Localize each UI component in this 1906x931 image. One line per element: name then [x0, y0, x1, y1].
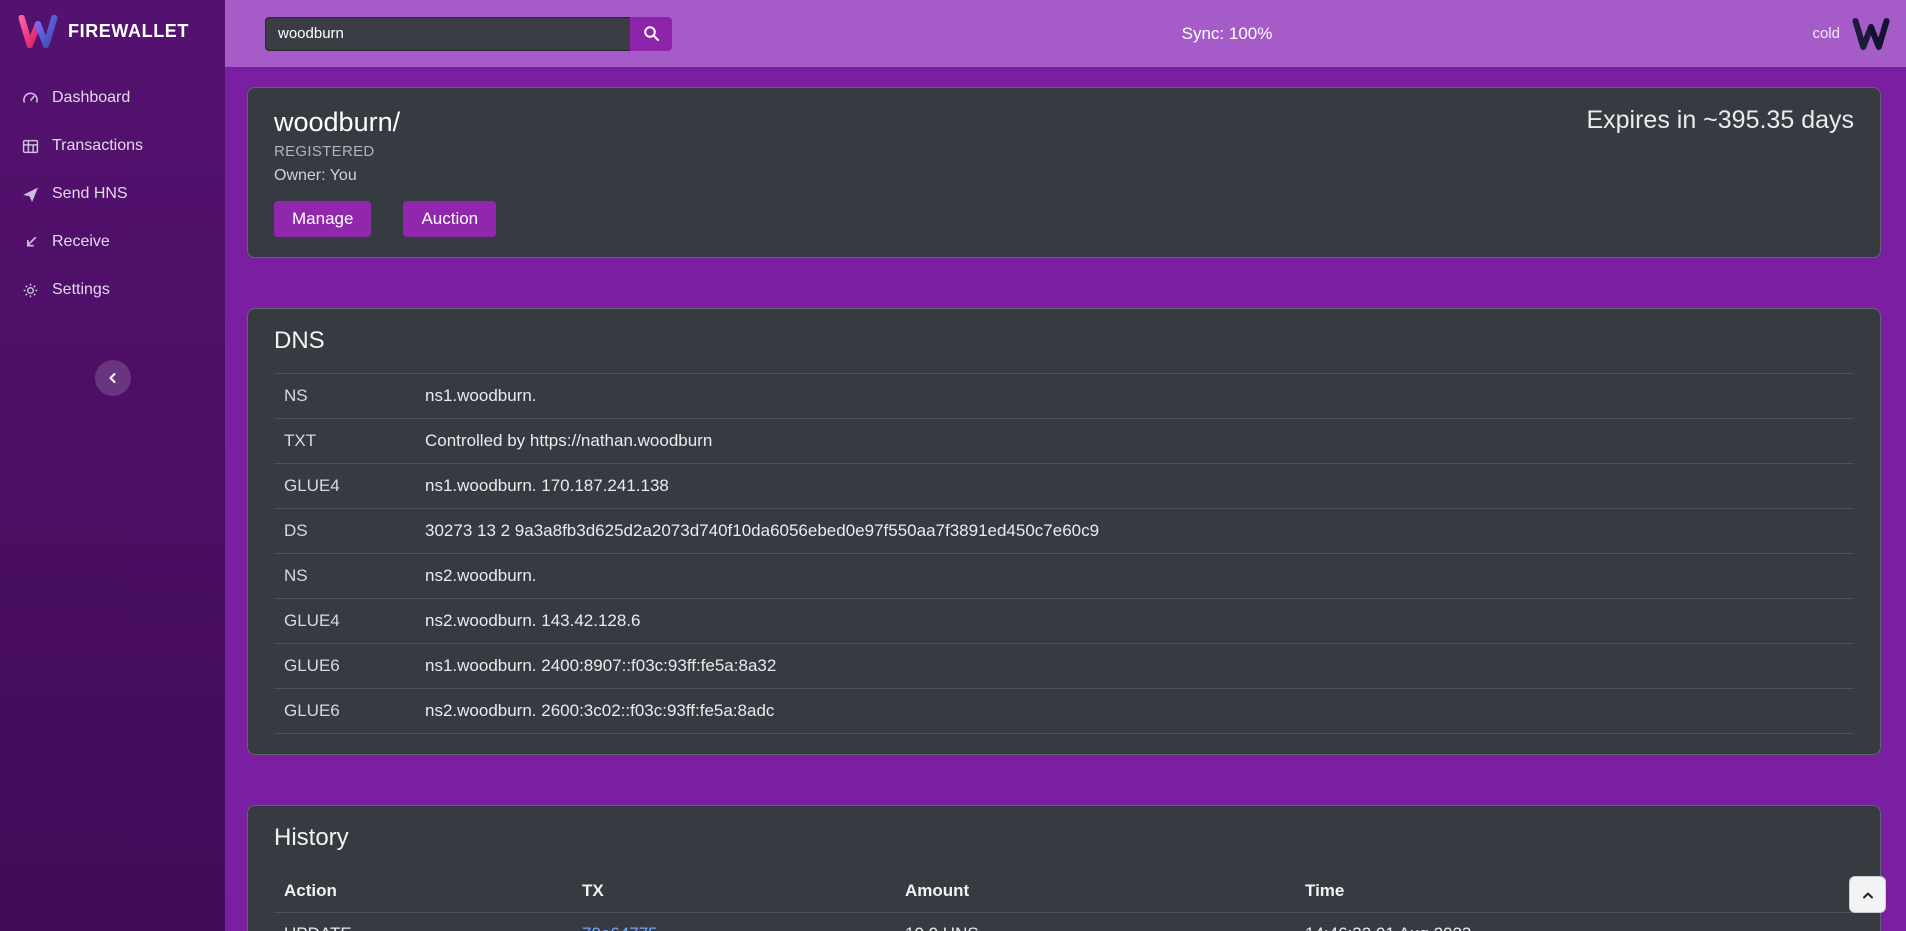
sidebar-item-label: Send HNS — [52, 185, 128, 203]
search-button[interactable] — [630, 17, 672, 51]
tx-link[interactable]: 70e64775... — [582, 924, 672, 931]
sidebar-item-receive[interactable]: Receive — [0, 218, 225, 266]
dns-card: DNS NS ns1.woodburn. TXT Controlled by h… — [247, 308, 1881, 755]
dns-record-type: GLUE6 — [284, 701, 425, 721]
topbar: Sync: 100% cold — [225, 0, 1906, 67]
sidebar-item-label: Dashboard — [52, 89, 130, 107]
dns-record-row: GLUE4 ns2.woodburn. 143.42.128.6 — [274, 598, 1854, 643]
dns-table: NS ns1.woodburn. TXT Controlled by https… — [274, 373, 1854, 734]
search-group — [265, 17, 672, 51]
search-input[interactable] — [265, 17, 630, 51]
dns-record-value: ns2.woodburn. 143.42.128.6 — [425, 611, 641, 631]
dns-record-value: ns1.woodburn. 170.187.241.138 — [425, 476, 669, 496]
dns-record-value: 30273 13 2 9a3a8fb3d625d2a2073d740f10da6… — [425, 521, 1099, 541]
dns-record-value: ns1.woodburn. 2400:8907::f03c:93ff:fe5a:… — [425, 656, 776, 676]
sidebar-collapse-button[interactable] — [95, 360, 131, 396]
dns-record-type: GLUE4 — [284, 476, 425, 496]
column-header-amount: Amount — [905, 881, 1305, 901]
send-icon — [22, 186, 39, 203]
dns-record-type: GLUE4 — [284, 611, 425, 631]
history-amount: 10.0 HNS — [905, 924, 1305, 931]
history-table: Action TX Amount Time UPDATE 70e64775...… — [274, 870, 1854, 931]
column-header-time: Time — [1305, 881, 1844, 901]
domain-status: REGISTERED — [274, 143, 1854, 160]
history-row: UPDATE 70e64775... 10.0 HNS 14:46:32 01 … — [274, 912, 1854, 931]
dns-record-row: GLUE6 ns1.woodburn. 2400:8907::f03c:93ff… — [274, 643, 1854, 688]
dns-record-value: ns1.woodburn. — [425, 386, 537, 406]
dns-record-row: GLUE4 ns1.woodburn. 170.187.241.138 — [274, 463, 1854, 508]
manage-button[interactable]: Manage — [274, 201, 371, 237]
dns-record-row: DS 30273 13 2 9a3a8fb3d625d2a2073d740f10… — [274, 508, 1854, 553]
sidebar-item-label: Transactions — [52, 137, 143, 155]
firewallet-logo-icon — [18, 15, 58, 48]
history-card: History Action TX Amount Time UPDATE 70e… — [247, 805, 1881, 931]
wallet-logo-icon — [1852, 18, 1890, 50]
sidebar-item-settings[interactable]: Settings — [0, 266, 225, 314]
dns-record-type: NS — [284, 386, 425, 406]
sidebar-item-dashboard[interactable]: Dashboard — [0, 74, 225, 122]
dns-record-row: NS ns1.woodburn. — [274, 373, 1854, 418]
receive-icon — [22, 234, 39, 251]
sidebar: FIREWALLET Dashboard Transactions — [0, 0, 225, 931]
dns-record-value: Controlled by https://nathan.woodburn — [425, 431, 712, 451]
chevron-left-icon — [105, 370, 121, 386]
transactions-icon — [22, 138, 39, 155]
history-header-row: Action TX Amount Time — [274, 870, 1854, 912]
main-content: woodburn/ Expires in ~395.35 days REGIST… — [225, 67, 1906, 931]
sync-status: Sync: 100% — [1182, 24, 1273, 44]
dns-record-type: GLUE6 — [284, 656, 425, 676]
dns-record-row: NS ns2.woodburn. — [274, 553, 1854, 598]
dns-record-value: ns2.woodburn. 2600:3c02::f03c:93ff:fe5a:… — [425, 701, 774, 721]
chevron-up-icon — [1860, 887, 1876, 903]
topbar-right: cold — [1812, 18, 1906, 50]
search-icon — [643, 25, 660, 42]
dns-record-type: TXT — [284, 431, 425, 451]
owner-label: Owner: You — [274, 167, 1854, 185]
dashboard-icon — [22, 90, 39, 107]
expires-label: Expires in ~395.35 days — [1586, 106, 1854, 135]
domain-card: woodburn/ Expires in ~395.35 days REGIST… — [247, 87, 1881, 258]
sidebar-nav: Dashboard Transactions Send HNS — [0, 62, 225, 314]
history-time: 14:46:32 01 Aug 2023 — [1305, 924, 1844, 931]
column-header-action: Action — [284, 881, 582, 901]
wallet-mode-label: cold — [1812, 25, 1840, 42]
dns-record-value: ns2.woodburn. — [425, 566, 537, 586]
column-header-tx: TX — [582, 881, 905, 901]
scroll-to-top-button[interactable] — [1849, 876, 1886, 913]
dns-record-type: DS — [284, 521, 425, 541]
sidebar-item-label: Receive — [52, 233, 110, 251]
domain-title: woodburn/ — [274, 106, 400, 138]
dns-record-row: GLUE6 ns2.woodburn. 2600:3c02::f03c:93ff… — [274, 688, 1854, 734]
auction-button[interactable]: Auction — [403, 201, 496, 237]
settings-icon — [22, 282, 39, 299]
sidebar-item-label: Settings — [52, 281, 110, 299]
dns-card-title: DNS — [274, 327, 1854, 355]
dns-record-type: NS — [284, 566, 425, 586]
history-action: UPDATE — [284, 924, 582, 931]
dns-record-row: TXT Controlled by https://nathan.woodbur… — [274, 418, 1854, 463]
sidebar-item-send-hns[interactable]: Send HNS — [0, 170, 225, 218]
history-card-title: History — [274, 824, 1854, 852]
brand: FIREWALLET — [0, 0, 225, 62]
app-title: FIREWALLET — [68, 21, 189, 42]
sidebar-item-transactions[interactable]: Transactions — [0, 122, 225, 170]
